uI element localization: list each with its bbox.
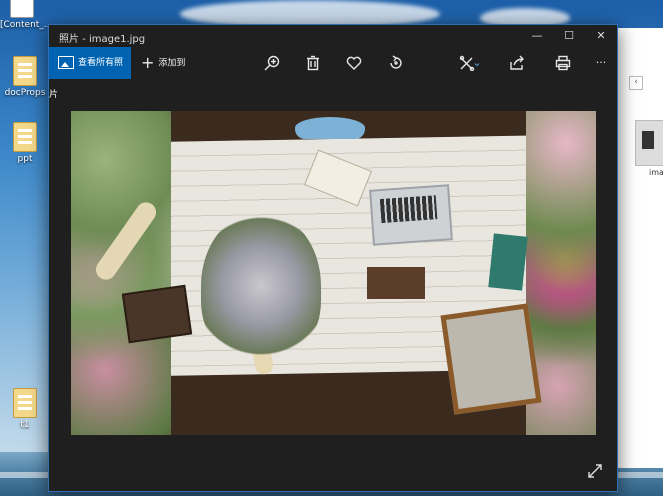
file-thumbnail[interactable] [635,120,663,166]
add-to-label: 添加到 [158,58,186,69]
photo-wood-crate [440,303,542,415]
photo-dark-box [121,284,193,344]
share-icon[interactable] [503,47,531,79]
edit-dropdown-icon[interactable]: ⌄ [469,47,485,79]
photo-icon [58,56,74,69]
photo-image[interactable] [71,111,596,435]
minimize-button[interactable]: — [521,25,553,47]
zoom-in-icon[interactable] [258,47,286,79]
folder-icon [13,388,37,418]
print-icon[interactable] [549,47,577,79]
photo-laptop [369,184,453,246]
plus-icon: + [141,53,155,72]
add-to-button[interactable]: + 添加到 [141,47,185,79]
maximize-button[interactable]: ☐ [553,25,585,47]
title-bar: 照片 - image1.jpg — ☐ ✕ [49,25,617,47]
delete-icon[interactable] [299,47,327,79]
close-button[interactable]: ✕ [585,25,617,47]
folder-icon [13,122,37,152]
desktop-icon-label: docProps [4,88,46,98]
document-icon [10,0,34,18]
file-label: ima [649,168,663,177]
photo-brown-box [367,267,425,299]
rotate-icon[interactable] [382,47,410,79]
photos-window: 照片 - image1.jpg — ☐ ✕ 查看所有照片 + 添加到 ⌄ ··· [48,24,618,492]
desktop-icon-label: [Content_... [0,20,53,30]
desktop-icon-content-types[interactable]: [Content_... [0,0,53,30]
desktop-icon-t1[interactable]: t1 [3,388,47,430]
desktop-icon-label: ppt [17,154,33,164]
photo-flowers-left [71,111,171,435]
toolbar: 查看所有照片 + 添加到 ⌄ ··· [49,47,617,100]
folder-icon [13,56,37,86]
desktop-icon-ppt[interactable]: ppt [3,122,47,164]
desktop-icon-label: t1 [20,420,30,430]
expand-icon[interactable] [587,463,603,479]
chevron-left-icon[interactable]: ‹ [629,76,643,90]
photo-teal-box [488,233,528,291]
window-title: 照片 - image1.jpg [59,34,146,45]
desktop-icon-docprops[interactable]: docProps [3,56,47,98]
photo-bouquet [201,211,321,361]
photo-lamp [295,117,365,139]
favorite-icon[interactable] [340,47,368,79]
more-icon[interactable]: ··· [587,47,615,79]
see-all-photos-button[interactable]: 查看所有照片 [49,47,131,100]
